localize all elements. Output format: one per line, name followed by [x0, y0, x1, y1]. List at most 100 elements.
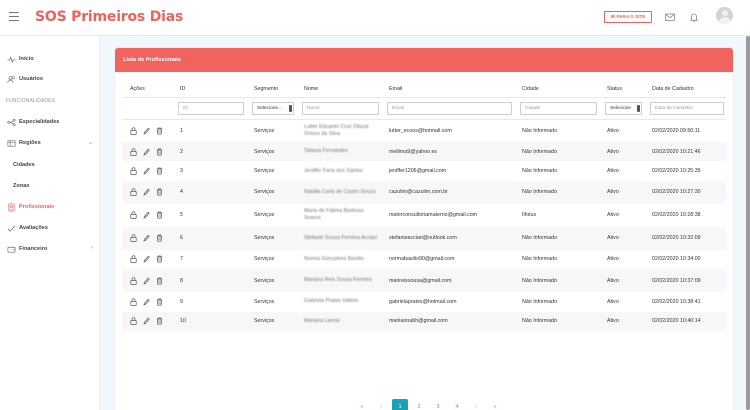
sidebar-item-label: Financeiro: [19, 246, 48, 252]
cell-cidade: Não Informado: [514, 180, 599, 204]
trash-icon[interactable]: [156, 211, 163, 219]
edit-icon[interactable]: [143, 188, 150, 196]
sidebar-item-cidades[interactable]: Cidades: [0, 156, 100, 174]
first-page-button[interactable]: «: [354, 399, 370, 410]
mail-icon[interactable]: [664, 11, 676, 23]
edit-icon[interactable]: [143, 277, 150, 285]
lock-icon[interactable]: [130, 317, 137, 326]
filter-data-input[interactable]: Data de Cadastro: [650, 101, 724, 115]
edit-icon[interactable]: [143, 317, 150, 325]
cell-email: lutter_ecoos@hotmail.com: [389, 127, 452, 134]
page-1-button[interactable]: 1: [392, 399, 408, 410]
table-row: 3 Serviços Jeniffer Faria dos Santos jeniff…: [122, 161, 726, 180]
edit-icon[interactable]: [143, 167, 150, 175]
edit-icon[interactable]: [143, 211, 150, 219]
sidebar-item-usuarios[interactable]: Usuários: [0, 70, 100, 88]
edit-icon[interactable]: [143, 148, 150, 156]
go-to-site-button[interactable]: IR PARA O SITE: [604, 11, 652, 23]
lock-icon[interactable]: [130, 255, 137, 264]
cell-id: 5: [180, 212, 183, 219]
edit-icon[interactable]: [143, 234, 150, 242]
trash-icon[interactable]: [156, 234, 163, 242]
sidebar-item-inicio[interactable]: Início: [0, 50, 100, 68]
cell-email: cazulim@cazulim.com.br: [381, 180, 514, 204]
filter-id-input[interactable]: ID: [178, 101, 244, 115]
filter-nome-input[interactable]: Nome: [302, 101, 379, 115]
lock-icon[interactable]: [130, 167, 137, 175]
name-text: Jeniffer Faria dos Santos: [304, 167, 363, 174]
cell-id: 4: [172, 180, 246, 204]
section-header: FUNCIONALIDADES: [6, 98, 56, 104]
pagination: « ‹ 1 2 3 4 › »: [354, 399, 503, 410]
avatar[interactable]: [716, 7, 733, 24]
cell-segmento: Serviços: [246, 269, 296, 293]
cell-email: jeniffer1206@gmail.com: [389, 168, 447, 175]
trash-icon[interactable]: [156, 298, 163, 306]
column-header-status[interactable]: Status: [599, 81, 644, 98]
page-4-button[interactable]: 4: [449, 399, 465, 410]
filter-cell-empty: [122, 97, 172, 120]
trash-icon[interactable]: [156, 148, 163, 156]
cell-status: Ativo: [599, 226, 644, 250]
chevron-left-icon: ‹: [91, 245, 93, 251]
filter-segmento-select[interactable]: Selecione...: [252, 101, 294, 115]
trash-icon[interactable]: [156, 317, 163, 325]
cell-status: Ativo: [607, 298, 619, 305]
page-2-button[interactable]: 2: [411, 399, 427, 410]
filter-email-input[interactable]: Email: [387, 101, 512, 115]
trash-icon[interactable]: [156, 188, 163, 196]
column-header-id[interactable]: ID: [172, 81, 246, 98]
menu-icon[interactable]: [9, 12, 19, 21]
bell-icon[interactable]: [688, 11, 700, 23]
cell-cidade: Não Informado: [522, 298, 558, 305]
sidebar-item-regioes[interactable]: Regiões ⌄: [0, 134, 100, 152]
cell-id: 7: [180, 256, 183, 263]
cell-id: 9: [180, 298, 183, 305]
sidebar-item-profissionais[interactable]: Profissionais: [0, 198, 100, 216]
lock-icon[interactable]: [130, 298, 137, 306]
sidebar-item-label: Cidades: [13, 162, 35, 168]
cell-data-cadastro: 02/02/2020 10:21:46: [644, 142, 726, 162]
lock-icon[interactable]: [130, 277, 137, 285]
lock-icon[interactable]: [130, 234, 137, 243]
trash-icon[interactable]: [156, 167, 163, 175]
sidebar-item-financeiro[interactable]: Financeiro ‹: [0, 240, 100, 258]
column-header-nome[interactable]: Nome: [296, 81, 381, 98]
trash-icon[interactable]: [156, 277, 163, 285]
brand-title[interactable]: SOS Primeiros Dias: [35, 9, 183, 25]
edit-icon[interactable]: [143, 255, 150, 264]
column-header-segmento[interactable]: Segmento: [246, 81, 296, 98]
lock-icon[interactable]: [130, 148, 137, 156]
page-3-button[interactable]: 3: [430, 399, 446, 410]
lock-icon[interactable]: [130, 188, 137, 197]
cell-segmento: Serviços: [254, 168, 275, 175]
next-page-button[interactable]: ›: [468, 399, 484, 410]
cell-status: Ativo: [599, 311, 644, 331]
sidebar-item-especialidades[interactable]: Especialidades: [0, 113, 100, 131]
lock-icon[interactable]: [130, 211, 137, 220]
edit-icon[interactable]: [143, 298, 150, 306]
last-page-button[interactable]: »: [487, 399, 503, 410]
column-header-cidade[interactable]: Cidade: [514, 81, 599, 98]
cell-id: 10: [172, 311, 246, 331]
cell-nome: Maria de Fátima Barbosa Soares: [296, 204, 381, 227]
trash-icon[interactable]: [156, 127, 163, 135]
filter-status-select[interactable]: Selecione: [605, 101, 642, 115]
trash-icon[interactable]: [156, 255, 163, 264]
column-header-email[interactable]: Email: [381, 81, 514, 98]
scrollbar-thumb[interactable]: [746, 36, 750, 410]
cell-data-cadastro: 02/02/2020 09:50:11: [652, 127, 701, 134]
edit-icon[interactable]: [143, 127, 150, 135]
column-header-data-cadastro[interactable]: Data de Cadastro: [644, 81, 726, 98]
row-actions: [122, 204, 172, 227]
prev-page-button[interactable]: ‹: [373, 399, 389, 410]
cell-segmento: Serviços: [254, 256, 275, 263]
row-actions: [122, 226, 172, 250]
cell-segmento: Serviços: [246, 311, 296, 331]
lock-icon[interactable]: [130, 127, 137, 135]
sidebar-item-avaliacoes[interactable]: Avaliações: [0, 219, 100, 237]
sidebar-item-zonas[interactable]: Zonas: [0, 177, 100, 195]
name-text: Stefanie Souza Ferreira Acciari: [304, 234, 378, 241]
filter-cidade-input[interactable]: Cidade: [520, 101, 597, 115]
cell-id: 8: [172, 269, 246, 293]
